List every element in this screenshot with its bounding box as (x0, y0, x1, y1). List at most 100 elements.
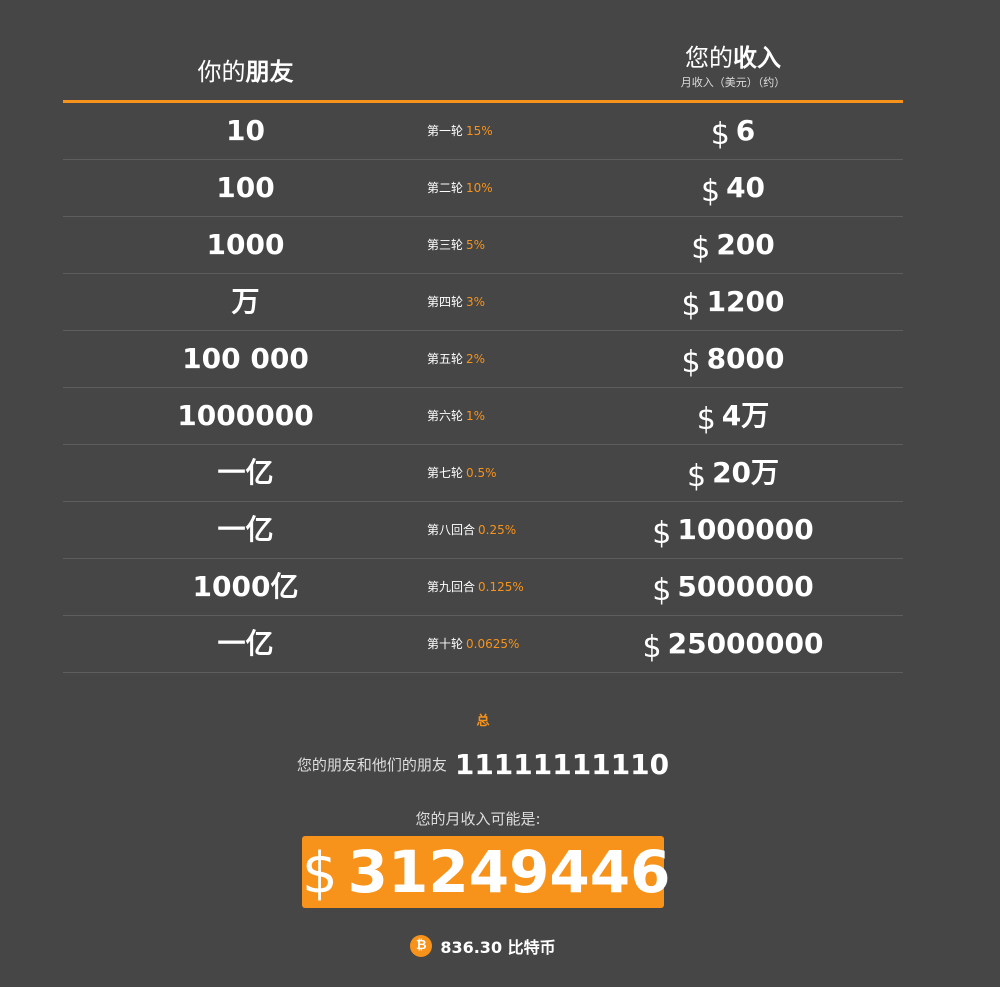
level-name: 第八回合 (427, 523, 476, 537)
level-percent: 0.125% (478, 580, 524, 594)
level-name: 第十轮 (427, 637, 464, 651)
total-friends-label: 您的朋友和他们的朋友 (296, 756, 447, 774)
monthly-income-total: $31249446 (302, 836, 671, 908)
level-percent: 5% (466, 238, 486, 252)
table-row: 1000000 第六轮 1% $4万 (63, 388, 903, 445)
level-name: 第七轮 (427, 466, 464, 480)
income-amount: $4万 (583, 388, 883, 444)
earnings-calculator: 你的朋友 您的收入 月收入（美元）（约） 10 第一轮 15% $6 100 第二轮 10%… (0, 0, 1000, 987)
income-header-bold: 收入 (733, 44, 781, 72)
monthly-income-value: 31249446 (347, 838, 671, 906)
table-row: 一亿 第十轮 0.0625% $25000000 (63, 616, 903, 673)
level-percent: 0.0625% (466, 637, 520, 651)
income-amount: $25000000 (583, 616, 883, 672)
level-label: 第七轮 0.5% (427, 445, 497, 501)
income-value: 20万 (712, 456, 780, 489)
currency-symbol: $ (696, 402, 716, 437)
friends-column-header: 你的朋友 (63, 52, 428, 87)
income-value: 8000 (706, 342, 785, 375)
table-row: 100 000 第五轮 2% $8000 (63, 331, 903, 388)
income-value: 200 (716, 228, 775, 261)
level-percent: 3% (466, 295, 486, 309)
level-percent: 2% (466, 352, 486, 366)
table-row: 1000 第三轮 5% $200 (63, 217, 903, 274)
income-value: 5000000 (677, 570, 814, 603)
friends-count: 一亿 (217, 513, 274, 546)
currency-symbol: $ (302, 841, 338, 906)
currency-symbol: $ (700, 174, 721, 209)
friends-count: 1000亿 (192, 570, 299, 603)
income-header-subtitle: 月收入（美元）（约） (680, 76, 786, 89)
level-percent: 10% (466, 181, 493, 195)
income-amount: $20万 (583, 445, 883, 501)
level-name: 第一轮 (427, 124, 464, 138)
income-header-prefix: 您的 (685, 44, 733, 72)
level-name: 第二轮 (427, 181, 464, 195)
level-percent: 0.5% (466, 466, 497, 480)
income-amount: $8000 (583, 331, 883, 387)
level-label: 第四轮 3% (427, 274, 485, 330)
friends-count: 1000 (206, 228, 285, 261)
total-friends: 您的朋友和他们的朋友 11111111110 (0, 748, 966, 781)
level-percent: 0.25% (478, 523, 517, 537)
level-label: 第八回合 0.25% (427, 502, 516, 558)
income-amount: $6 (583, 103, 883, 159)
level-percent: 15% (466, 124, 493, 138)
income-value: 6 (735, 114, 756, 147)
table-row: 一亿 第八回合 0.25% $1000000 (63, 502, 903, 559)
level-label: 第二轮 10% (427, 160, 493, 216)
income-column-header: 您的收入 (583, 38, 883, 73)
table-row: 1000亿 第九回合 0.125% $5000000 (63, 559, 903, 616)
income-amount: $1200 (583, 274, 883, 330)
friends-count: 10 (226, 114, 265, 147)
level-name: 第三轮 (427, 238, 464, 252)
currency-symbol: $ (681, 345, 701, 380)
friends-count: 100 000 (182, 342, 309, 375)
level-label: 第三轮 5% (427, 217, 485, 273)
friends-count: 1000000 (177, 399, 314, 432)
currency-symbol: $ (691, 231, 711, 266)
bitcoin-icon: ₿ (410, 935, 433, 957)
currency-symbol: $ (681, 288, 701, 323)
friends-count: 万 (231, 285, 260, 318)
level-name: 第四轮 (427, 295, 464, 309)
income-value: 40 (726, 171, 766, 204)
friends-header-prefix: 你的 (197, 58, 246, 86)
total-label: 总 (476, 714, 490, 729)
income-value: 1200 (706, 285, 785, 318)
income-value: 1000000 (677, 513, 814, 546)
friends-count: 100 (216, 171, 275, 204)
level-label: 第十轮 0.0625% (427, 616, 519, 672)
level-label: 第一轮 15% (427, 103, 493, 159)
income-amount: $200 (583, 217, 883, 273)
level-percent: 1% (466, 409, 486, 423)
bitcoin-value: 836.30 比特币 (440, 938, 556, 957)
friends-header-bold: 朋友 (245, 58, 294, 86)
currency-symbol: $ (642, 630, 662, 665)
income-value: 4万 (721, 399, 770, 432)
currency-symbol: $ (652, 516, 672, 551)
currency-symbol: $ (686, 459, 707, 494)
currency-symbol: $ (652, 573, 672, 608)
income-value: 25000000 (667, 627, 824, 660)
level-name: 第九回合 (427, 580, 476, 594)
currency-symbol: $ (710, 117, 730, 152)
table-header: 你的朋友 您的收入 月收入（美元）（约） (63, 0, 903, 103)
level-label: 第六轮 1% (427, 388, 485, 444)
bitcoin-equivalent: ₿ 836.30 比特币 (0, 934, 966, 958)
income-amount: $1000000 (583, 502, 883, 558)
level-name: 第五轮 (427, 352, 464, 366)
friends-count: 一亿 (217, 456, 274, 489)
level-label: 第九回合 0.125% (427, 559, 524, 615)
income-amount: $40 (583, 160, 883, 216)
total-friends-value: 11111111110 (454, 748, 670, 781)
earnings-table: 10 第一轮 15% $6 100 第二轮 10% $40 1000 第三轮 5% $200 万 第四轮 3… (63, 103, 903, 673)
income-amount: $5000000 (583, 559, 883, 615)
table-row: 100 第二轮 10% $40 (63, 160, 903, 217)
monthly-income-label: 您的月收入可能是: (415, 810, 541, 828)
table-row: 万 第四轮 3% $1200 (63, 274, 903, 331)
table-row: 10 第一轮 15% $6 (63, 103, 903, 160)
friends-count: 一亿 (217, 627, 274, 660)
level-name: 第六轮 (427, 409, 464, 423)
table-row: 一亿 第七轮 0.5% $20万 (63, 445, 903, 502)
